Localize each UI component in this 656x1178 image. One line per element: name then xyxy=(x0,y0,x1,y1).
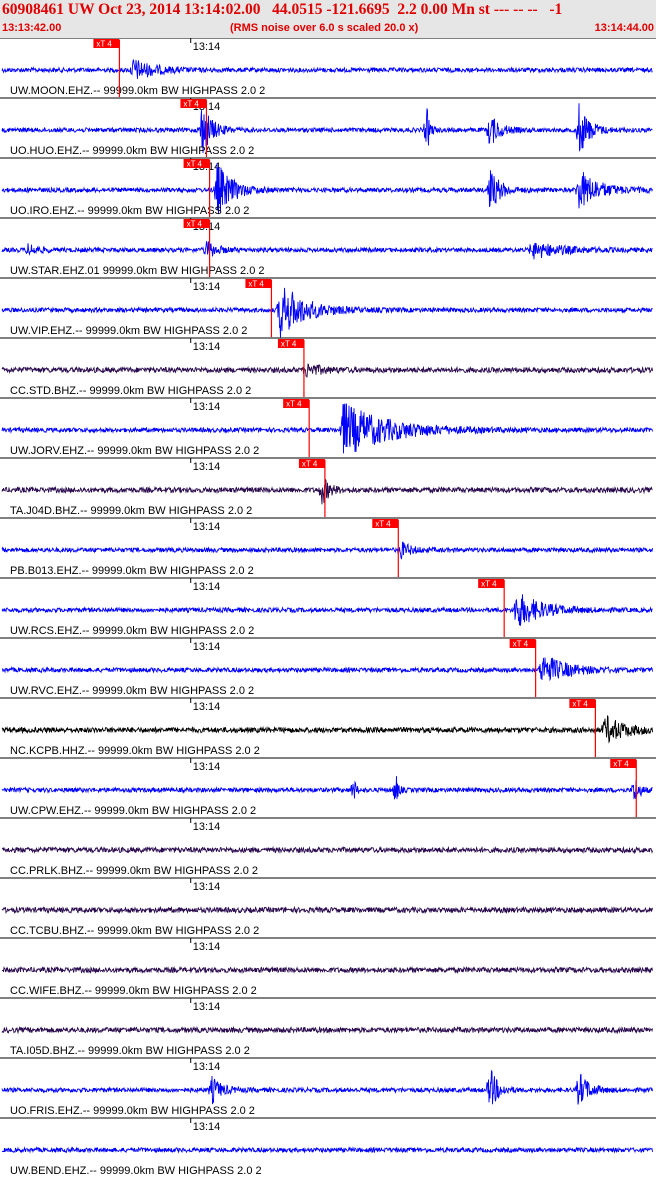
pick-label: xT 4 xyxy=(187,220,203,229)
trace-row: 13:14UO.IRO.EHZ.-- 99999.0km BW HIGHPASS… xyxy=(0,157,656,217)
pick-label: xT 4 xyxy=(513,640,529,649)
pick-label: xT 4 xyxy=(302,460,318,469)
waveform-trace xyxy=(1,541,653,560)
pick-label: xT 4 xyxy=(183,100,199,109)
trace-row: 13:14 UO.FRIS.EHZ.-- 99999.0km BW HIGHPAS… xyxy=(0,1057,656,1117)
trace-label: NC.KCPB.HHZ.-- 99999.0km BW HIGHPASS 2.0… xyxy=(10,745,260,757)
trace-row: 13:14 PB.B013.EHZ.-- 99999.0km BW HIGHPAS… xyxy=(0,517,656,577)
minute-tick-label: 13:14 xyxy=(193,641,221,653)
pick-label: xT 4 xyxy=(281,340,297,349)
trace-row: 13:14 UW.VIP.EHZ.-- 99999.0km BW HIGHPASS… xyxy=(0,277,656,338)
trace-row: 13:14 CC.TCBU.BHZ.-- 99999.0km BW HIGHPAS… xyxy=(0,877,656,937)
waveform-trace xyxy=(1,241,653,260)
trace-label: UW.RCS.EHZ.-- 99999.0km BW HIGHPASS 2.0 … xyxy=(10,625,254,637)
trace-label: UW.CPW.EHZ.-- 99999.0km BW HIGHPASS 2.0 … xyxy=(10,805,256,817)
trace-label: TA.I05D.BHZ.-- 99999.0km BW HIGHPASS 2.0… xyxy=(10,1045,250,1057)
pick-label: xT 4 xyxy=(96,40,112,49)
plot-header: 60908461 UW Oct 23, 2014 13:14:02.00 44.… xyxy=(0,0,656,38)
minute-tick-label: 13:14 xyxy=(193,1001,221,1013)
waveform-trace xyxy=(1,776,653,800)
pick-label: xT 4 xyxy=(248,280,264,289)
minute-tick-label: 13:14 xyxy=(193,701,221,713)
waveform-trace xyxy=(1,657,653,682)
trace-row: 13:14 TA.J04D.BHZ.-- 99999.0km BW HIGHPAS… xyxy=(0,457,656,517)
trace-label: TA.J04D.BHZ.-- 99999.0km BW HIGHPASS 2.0… xyxy=(10,505,252,517)
pick-label: xT 4 xyxy=(375,520,391,529)
trace-row: 13:14 NC.KCPB.HHZ.-- 99999.0km BW HIGHPAS… xyxy=(0,697,656,757)
waveform-trace xyxy=(2,965,653,975)
trace-label: CC.PRLK.BHZ.-- 99999.0km BW HIGHPASS 2.0… xyxy=(10,865,258,877)
trace-label: CC.TCBU.BHZ.-- 99999.0km BW HIGHPASS 2.0… xyxy=(10,925,259,937)
trace-row: 13:14 UW.JORV.EHZ.-- 99999.0km BW HIGHPAS… xyxy=(0,397,656,457)
trace-row: 13:14 UW.RVC.EHZ.-- 99999.0km BW HIGHPASS… xyxy=(0,637,656,697)
trace-row: 13:14UO.HUO.EHZ.-- 99999.0km BW HIGHPASS… xyxy=(0,97,656,157)
trace-label: UW.STAR.EHZ.01 99999.0km BW HIGHPASS 2.0… xyxy=(10,265,265,277)
minute-tick-label: 13:14 xyxy=(193,941,221,953)
trace-label: UW.RVC.EHZ.-- 99999.0km BW HIGHPASS 2.0 … xyxy=(10,685,254,697)
minute-tick-label: 13:14 xyxy=(193,41,221,53)
waveform-trace xyxy=(1,845,653,855)
minute-tick-label: 13:14 xyxy=(193,761,221,773)
minute-tick-label: 13:14 xyxy=(193,341,221,353)
minute-tick-label: 13:14 xyxy=(193,581,221,593)
trace-label: UO.FRIS.EHZ.-- 99999.0km BW HIGHPASS 2.0… xyxy=(10,1105,255,1117)
minute-tick-label: 13:14 xyxy=(193,881,221,893)
start-time-label: 13:13:42.00 xyxy=(2,22,62,34)
waveform-trace xyxy=(1,905,653,915)
trace-row: 13:14UW.STAR.EHZ.01 99999.0km BW HIGHPAS… xyxy=(0,217,656,277)
page-title: 60908461 UW Oct 23, 2014 13:14:02.00 44.… xyxy=(2,1,563,18)
waveform-trace xyxy=(1,1070,653,1105)
minute-tick-label: 13:14 xyxy=(193,821,221,833)
pick-label: xT 4 xyxy=(572,700,588,709)
trace-row: 13:14 TA.I05D.BHZ.-- 99999.0km BW HIGHPAS… xyxy=(0,997,656,1057)
waveform-trace xyxy=(1,1146,653,1154)
trace-row: 13:14 CC.WIFE.BHZ.-- 99999.0km BW HIGHPAS… xyxy=(0,937,656,997)
trace-row: 13:14 CC.STD.BHZ.-- 99999.0km BW HIGHPASS… xyxy=(0,337,656,397)
pick-label: xT 4 xyxy=(481,580,497,589)
trace-row: 13:14 UW.MOON.EHZ.-- 99999.0km BW HIGHPAS… xyxy=(0,38,656,97)
waveform-trace xyxy=(1,1025,653,1035)
minute-tick-label: 13:14 xyxy=(193,521,221,533)
trace-label: UW.JORV.EHZ.-- 99999.0km BW HIGHPASS 2.0… xyxy=(10,445,259,457)
trace-label: UO.HUO.EHZ.-- 99999.0km BW HIGHPASS 2.0 … xyxy=(10,145,254,157)
minute-tick-label: 13:14 xyxy=(193,461,221,473)
trace-row: 13:14 UW.BEND.EHZ.-- 99999.0km BW HIGHPAS… xyxy=(0,1117,656,1177)
trace-label: PB.B013.EHZ.-- 99999.0km BW HIGHPASS 2.0… xyxy=(10,565,254,577)
minute-tick-label: 13:14 xyxy=(193,281,221,293)
waveform-trace xyxy=(1,363,653,378)
waveform-trace xyxy=(1,714,653,744)
trace-label: UW.MOON.EHZ.-- 99999.0km BW HIGHPASS 2.0… xyxy=(10,85,265,97)
trace-label: CC.STD.BHZ.-- 99999.0km BW HIGHPASS 2.0 … xyxy=(10,385,251,397)
waveform-trace xyxy=(1,594,653,626)
pick-label: xT 4 xyxy=(613,760,629,769)
trace-row: 13:14 UW.RCS.EHZ.-- 99999.0km BW HIGHPASS… xyxy=(0,577,656,637)
end-time-label: 13:14:44.00 xyxy=(594,22,654,34)
trace-row: 13:14 UW.CPW.EHZ.-- 99999.0km BW HIGHPASS… xyxy=(0,757,656,817)
trace-label: UO.IRO.EHZ.-- 99999.0km BW HIGHPASS 2.0 … xyxy=(10,205,249,217)
trace-row: 13:14 CC.PRLK.BHZ.-- 99999.0km BW HIGHPAS… xyxy=(0,817,656,877)
rms-noise-subtitle: (RMS noise over 6.0 s scaled 20.0 x) xyxy=(230,22,419,34)
trace-label: CC.WIFE.BHZ.-- 99999.0km BW HIGHPASS 2.0… xyxy=(10,985,257,997)
trace-label: UW.VIP.EHZ.-- 99999.0km BW HIGHPASS 2.0 … xyxy=(10,325,247,337)
minute-tick-label: 13:14 xyxy=(193,1121,221,1133)
waveform-trace xyxy=(1,479,653,505)
seismogram-plot: 13:14 UW.MOON.EHZ.-- 99999.0km BW HIGHPAS… xyxy=(0,38,656,1177)
waveform-trace xyxy=(1,59,653,79)
pick-label: xT 4 xyxy=(187,160,203,169)
minute-tick-label: 13:14 xyxy=(193,1061,221,1073)
pick-label: xT 4 xyxy=(286,400,302,409)
minute-tick-label: 13:14 xyxy=(193,401,221,413)
trace-label: UW.BEND.EHZ.-- 99999.0km BW HIGHPASS 2.0… xyxy=(10,1165,262,1177)
